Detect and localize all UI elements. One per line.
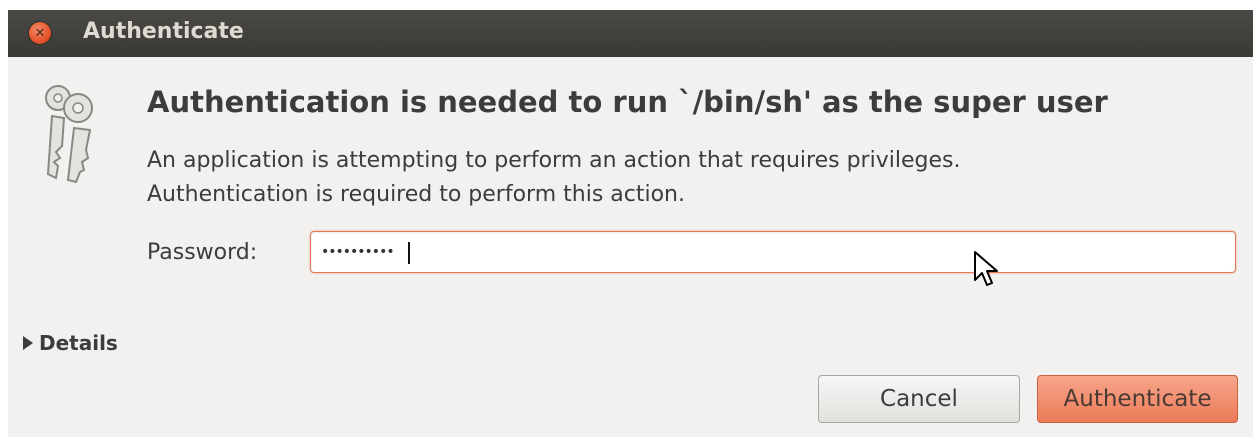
expander-arrow-icon <box>23 336 33 350</box>
password-field[interactable]: •••••••••• <box>310 231 1236 273</box>
dialog-heading: Authentication is needed to run `/bin/sh… <box>147 85 1108 119</box>
authenticate-dialog: ✕ Authenticate Authentication is needed … <box>8 10 1253 437</box>
message-line-2: Authentication is required to perform th… <box>147 182 685 207</box>
title-bar: ✕ Authenticate <box>8 10 1253 57</box>
keys-icon <box>45 85 93 184</box>
text-caret <box>408 242 410 264</box>
details-expander[interactable]: Details <box>23 331 118 355</box>
mouse-pointer-icon <box>974 251 998 286</box>
password-label: Password: <box>147 240 258 265</box>
cancel-button[interactable]: Cancel <box>818 375 1020 423</box>
close-icon: ✕ <box>34 25 46 41</box>
details-label: Details <box>39 331 118 355</box>
message-line-1: An application is attempting to perform … <box>147 148 961 173</box>
dialog-message: An application is attempting to perform … <box>147 144 960 212</box>
window-title: Authenticate <box>83 19 244 44</box>
authenticate-button[interactable]: Authenticate <box>1037 375 1238 423</box>
password-masked-value: •••••••••• <box>321 244 395 260</box>
close-button[interactable]: ✕ <box>29 22 51 44</box>
